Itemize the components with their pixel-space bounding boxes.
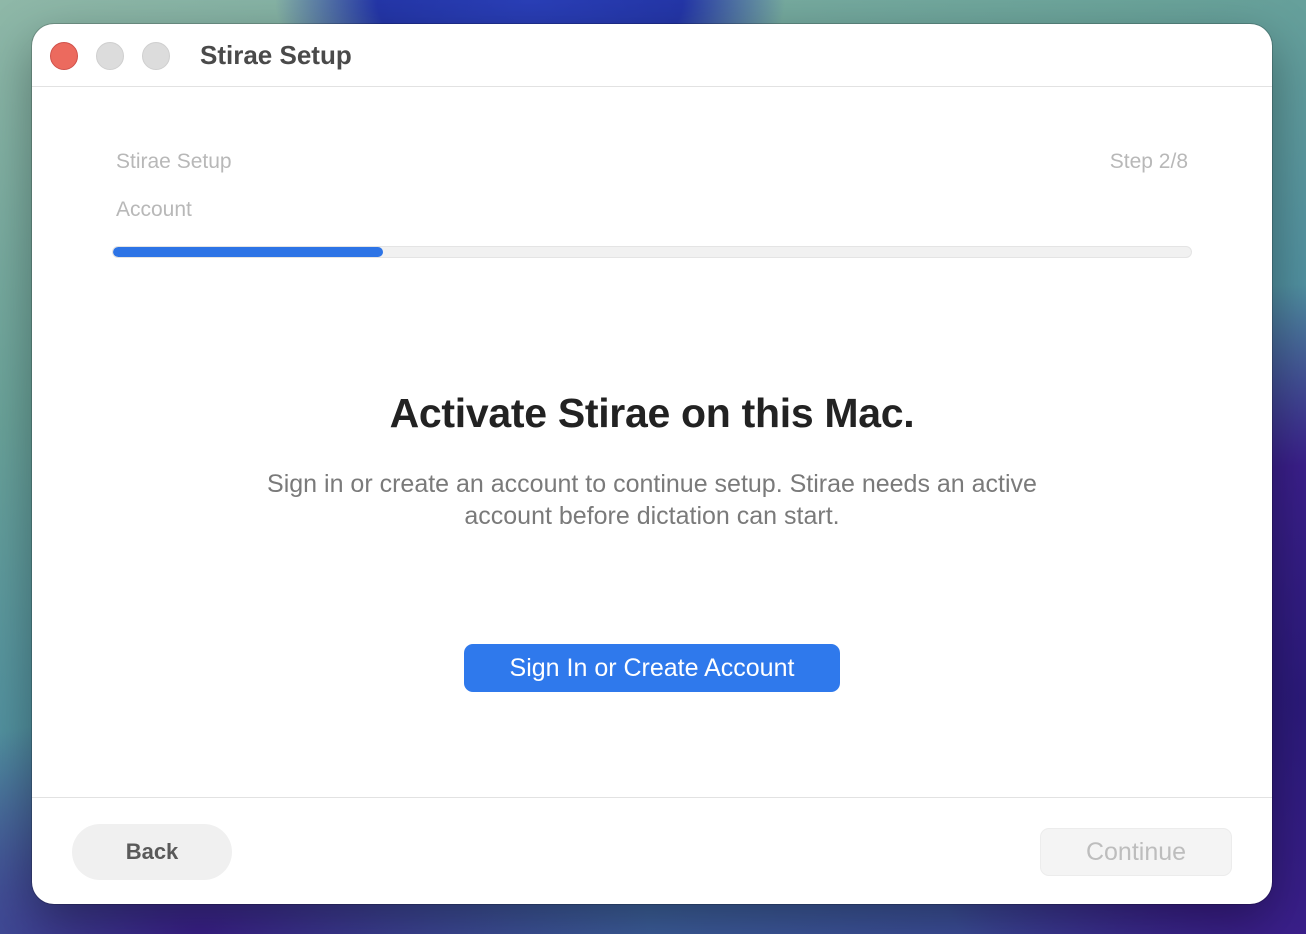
page-description: Sign in or create an account to continue… <box>267 470 1037 530</box>
zoom-window-button[interactable] <box>142 42 170 70</box>
desktop-wallpaper: Stirae Setup Stirae Setup Step 2/8 Accou… <box>0 0 1306 934</box>
minimize-window-button[interactable] <box>96 42 124 70</box>
setup-section-title: Stirae Setup <box>116 150 232 173</box>
back-button[interactable]: Back <box>72 824 232 880</box>
setup-subsection-label: Account <box>116 198 192 221</box>
window-title: Stirae Setup <box>200 40 352 70</box>
title-bar: Stirae Setup <box>32 24 1272 87</box>
close-window-button[interactable] <box>50 42 78 70</box>
page-heading: Activate Stirae on this Mac. <box>389 390 915 436</box>
continue-button[interactable]: Continue <box>1040 828 1232 876</box>
setup-window: Stirae Setup Stirae Setup Step 2/8 Accou… <box>32 24 1272 904</box>
footer-divider <box>32 797 1272 798</box>
sign-in-or-create-account-button[interactable]: Sign In or Create Account <box>464 644 840 692</box>
step-indicator: Step 2/8 <box>1109 150 1188 173</box>
setup-progress-bar <box>112 246 1192 258</box>
setup-progress-fill <box>113 247 383 257</box>
